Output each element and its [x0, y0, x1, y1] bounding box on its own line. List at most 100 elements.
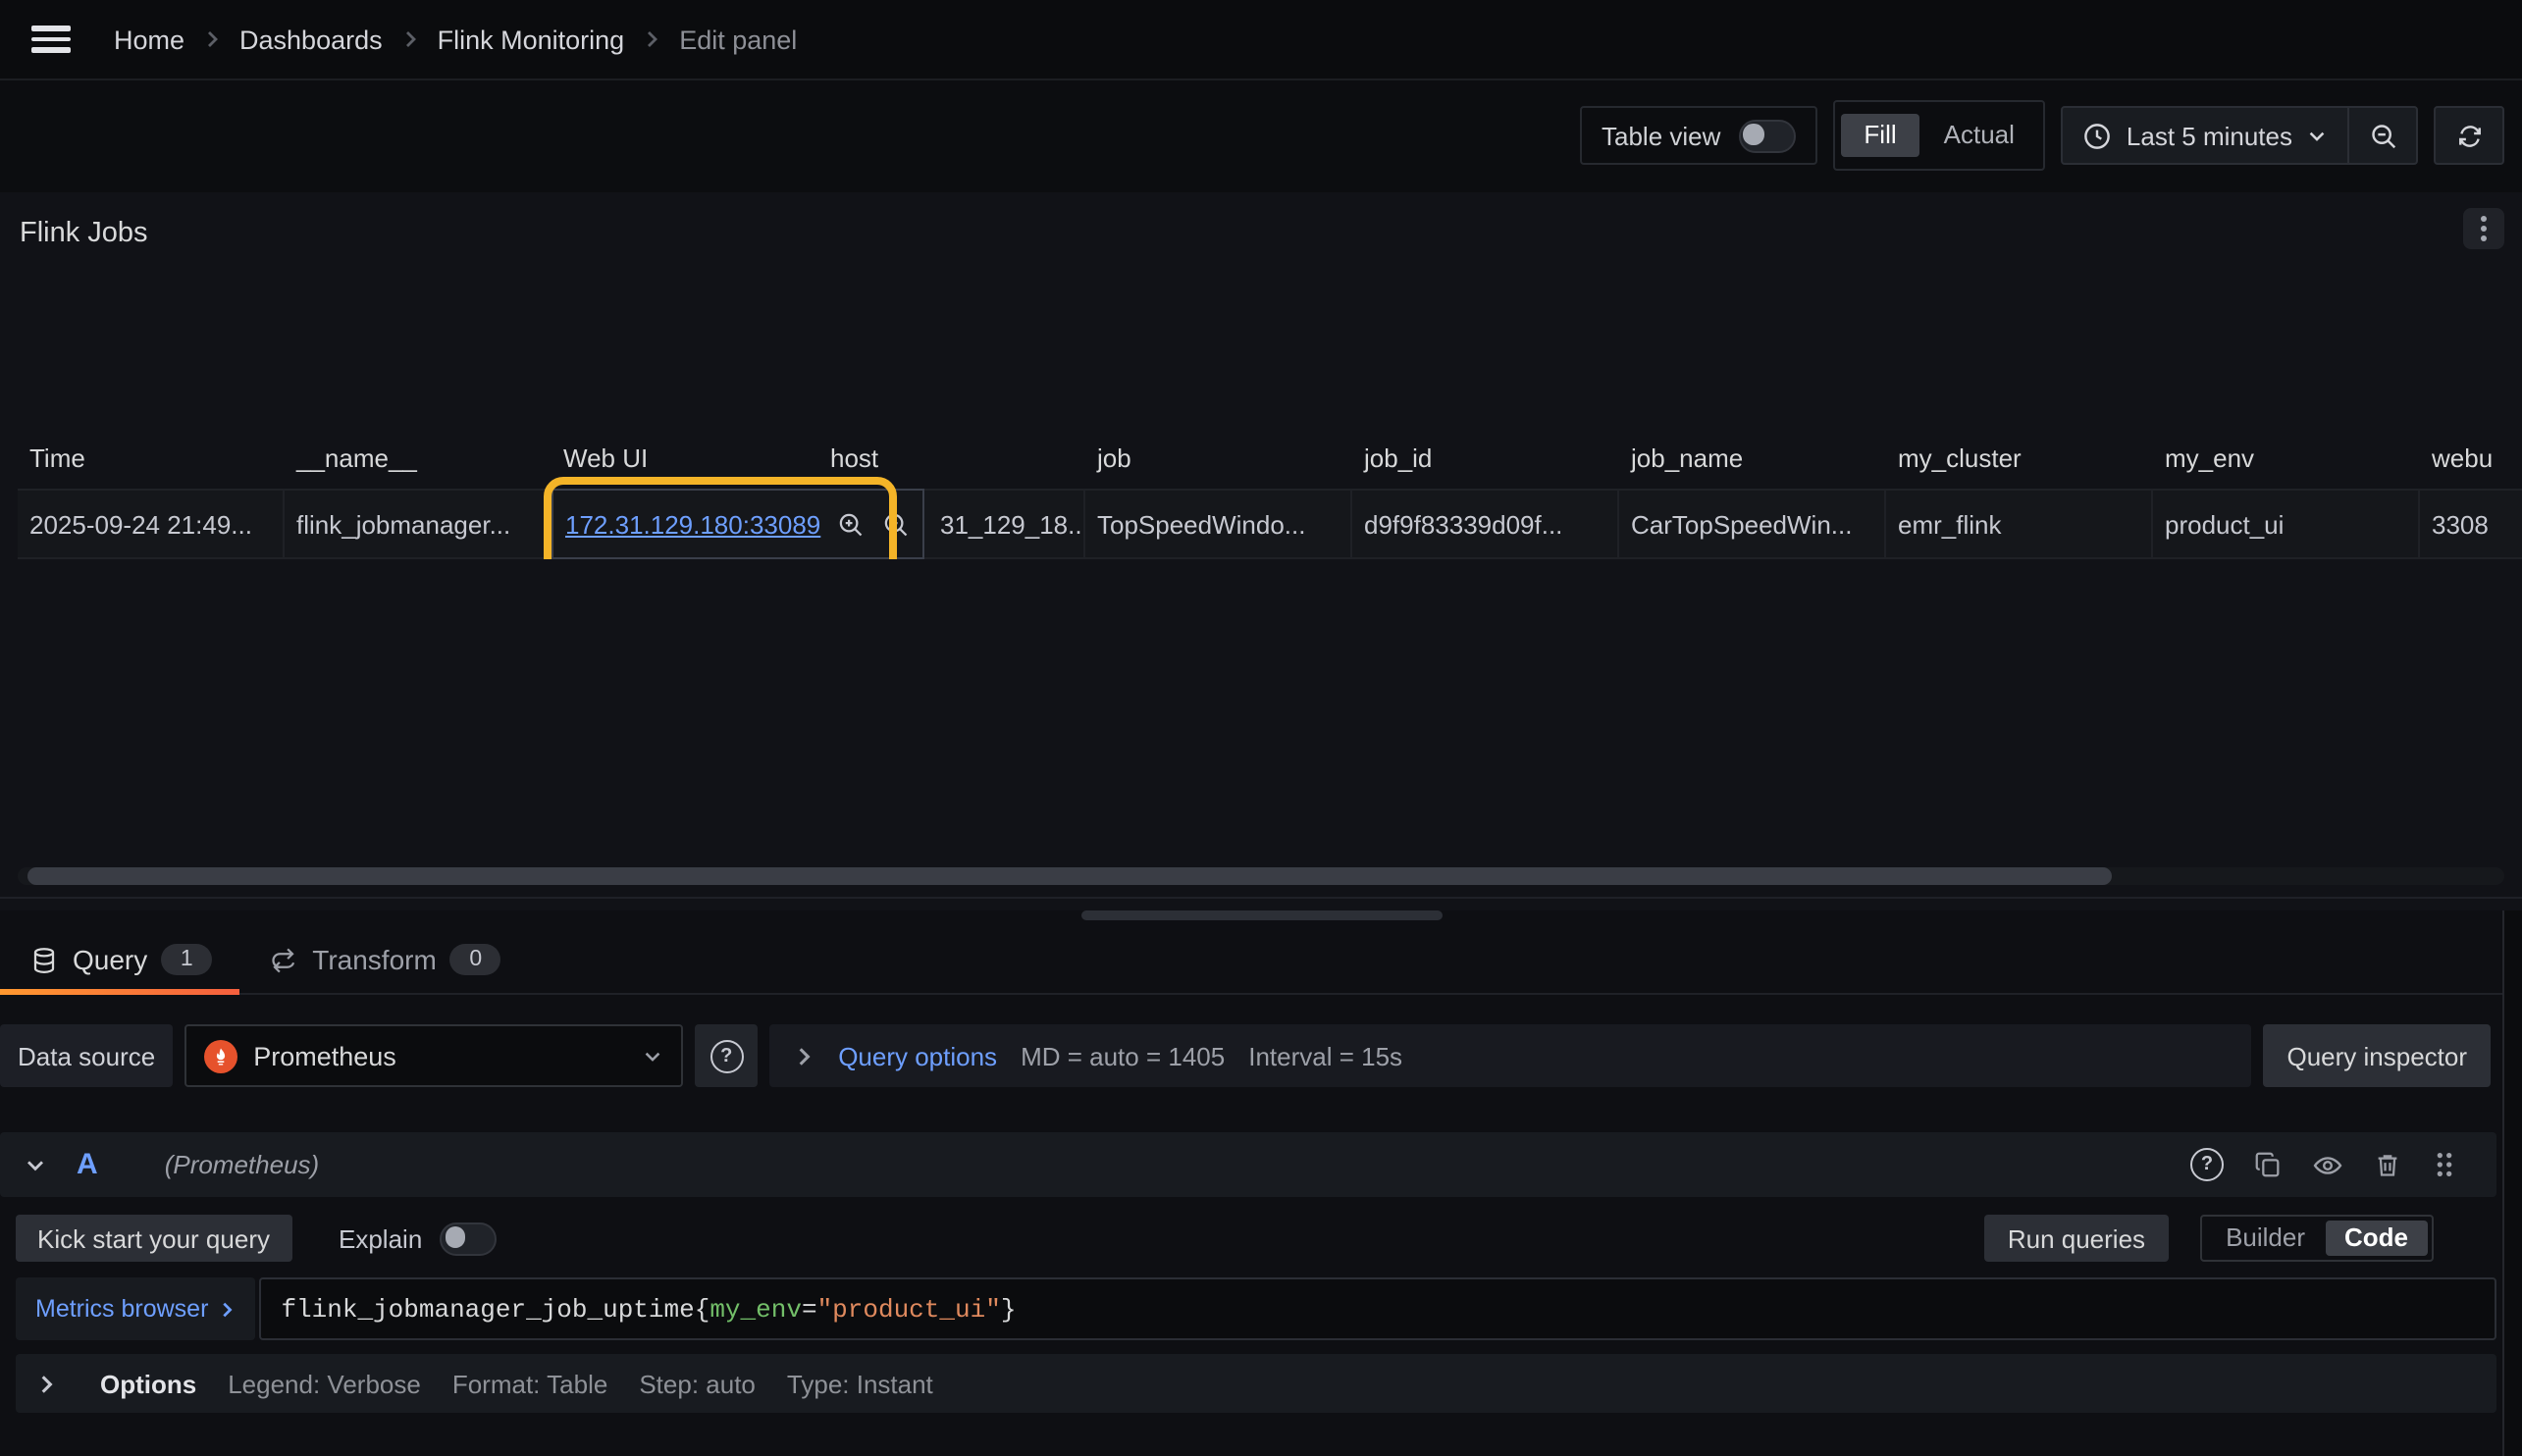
time-range-picker[interactable]: Last 5 minutes: [2064, 121, 2347, 150]
query-actions: ?: [2190, 1148, 2457, 1181]
format-stat: Format: Table: [452, 1369, 608, 1398]
column-header[interactable]: job_name: [1619, 443, 1886, 489]
magnifier-plus-icon[interactable]: [836, 509, 866, 539]
top-nav: Home Dashboards Flink Monitoring Edit pa…: [0, 0, 2522, 80]
column-header[interactable]: Web UI: [552, 443, 818, 489]
column-header[interactable]: webu: [2420, 443, 2522, 489]
transform-count-badge: 0: [450, 944, 501, 975]
step-stat: Step: auto: [639, 1369, 756, 1398]
interval-stat: Interval = 15s: [1248, 1041, 1402, 1070]
table-view-control: Table view: [1580, 106, 1816, 165]
chevron-right-icon: [218, 1300, 236, 1318]
column-header[interactable]: __name__: [285, 443, 552, 489]
column-header[interactable]: job: [1085, 443, 1352, 489]
cell-my-cluster: emr_flink: [1886, 491, 2153, 557]
explain-toggle[interactable]: [440, 1222, 497, 1255]
table-row: 2025-09-24 21:49... flink_jobmanager... …: [18, 489, 2522, 559]
chevron-down-icon[interactable]: [24, 1153, 47, 1176]
query-a-header: A (Prometheus) ?: [0, 1132, 2496, 1197]
promql-input[interactable]: flink_jobmanager_job_uptime{my_env="prod…: [259, 1277, 2496, 1340]
query-inspector-button[interactable]: Query inspector: [2263, 1024, 2491, 1087]
query-help-icon[interactable]: ?: [2190, 1148, 2224, 1181]
panel-menu-icon[interactable]: [2463, 208, 2504, 249]
code-option[interactable]: Code: [2325, 1221, 2428, 1256]
cell-job: TopSpeedWindo...: [1085, 491, 1352, 557]
query-count-badge: 1: [161, 944, 212, 975]
magnifier-minus-icon[interactable]: [881, 509, 911, 539]
menu-icon[interactable]: [31, 26, 71, 53]
zoom-out-time-button[interactable]: [2349, 108, 2416, 163]
breadcrumb: Home Dashboards Flink Monitoring Edit pa…: [114, 25, 797, 54]
cell-webui-port: 3308: [2420, 491, 2522, 557]
options-label: Options: [100, 1369, 196, 1398]
prometheus-logo-icon: [204, 1039, 237, 1072]
pane-resize-handle[interactable]: [1080, 910, 1442, 920]
column-header[interactable]: my_env: [2153, 443, 2420, 489]
tab-transform-label: Transform: [312, 944, 437, 975]
clock-icon: [2083, 121, 2113, 150]
table-view-label: Table view: [1602, 121, 1720, 150]
column-header[interactable]: Time: [18, 443, 285, 489]
metrics-browser-label: Metrics browser: [35, 1295, 208, 1323]
breadcrumb-dashboards[interactable]: Dashboards: [239, 25, 383, 54]
chevron-right-icon: [642, 29, 661, 49]
breadcrumb-edit-panel: Edit panel: [679, 25, 797, 54]
legend-stat: Legend: Verbose: [228, 1369, 421, 1398]
transform-icon: [269, 945, 298, 974]
datasource-help-button[interactable]: ?: [695, 1024, 758, 1087]
actual-option[interactable]: Actual: [1920, 114, 2038, 157]
pane-scrollbar-gutter[interactable]: [2502, 910, 2522, 1456]
column-header[interactable]: my_cluster: [1886, 443, 2153, 489]
flink-jobs-panel: Flink Jobs Time __name__ Web UI host job…: [0, 192, 2522, 899]
magnifier-minus-icon: [2368, 121, 2397, 150]
run-queries-button[interactable]: Run queries: [1984, 1215, 2169, 1262]
max-data-points-stat: MD = auto = 1405: [1021, 1041, 1225, 1070]
eye-icon[interactable]: [2312, 1149, 2343, 1180]
table-view-toggle[interactable]: [1738, 119, 1795, 152]
chevron-right-icon: [202, 29, 222, 49]
tab-query[interactable]: Query 1: [0, 944, 239, 993]
type-stat: Type: Instant: [787, 1369, 933, 1398]
datasource-selected: Prometheus: [253, 1041, 626, 1070]
flink-ui-link[interactable]: 172.31.129.180:33089: [565, 509, 820, 539]
tab-transform[interactable]: Transform 0: [239, 944, 529, 993]
datasource-label: Data source: [0, 1024, 173, 1087]
horizontal-scrollbar: [18, 867, 2504, 885]
query-editor-pane: Query 1 Transform 0 Data source Pro: [0, 910, 2522, 1456]
fill-actual-switch: Fill Actual: [1832, 100, 2046, 171]
metrics-browser-button[interactable]: Metrics browser: [16, 1277, 255, 1340]
active-tab-underline: [0, 989, 239, 995]
datasource-picker[interactable]: Prometheus: [184, 1024, 683, 1087]
webui-cell-hover-overlay: 172.31.129.180:33089: [552, 489, 924, 559]
refresh-button[interactable]: [2434, 106, 2504, 165]
fill-option[interactable]: Fill: [1840, 114, 1919, 157]
horizontal-scrollbar-thumb[interactable]: [27, 867, 2112, 885]
chevron-right-icon: [400, 29, 420, 49]
column-header[interactable]: host: [818, 443, 1085, 489]
cell-job-name: CarTopSpeedWin...: [1619, 491, 1886, 557]
trash-icon[interactable]: [2373, 1150, 2402, 1179]
refresh-icon: [2454, 121, 2484, 150]
breadcrumb-home[interactable]: Home: [114, 25, 184, 54]
query-ref-id[interactable]: A: [77, 1148, 98, 1181]
kick-start-button[interactable]: Kick start your query: [16, 1215, 291, 1262]
query-options-row[interactable]: Options Legend: Verbose Format: Table St…: [16, 1354, 2496, 1413]
chevron-down-icon: [642, 1045, 663, 1066]
query-options-bar[interactable]: Query options MD = auto = 1405 Interval …: [769, 1024, 2251, 1087]
builder-option[interactable]: Builder: [2206, 1221, 2325, 1256]
cell-name: flink_jobmanager...: [285, 491, 552, 557]
table-panel: Time __name__ Web UI host job job_id job…: [18, 443, 2522, 559]
chevron-right-icon: [793, 1045, 814, 1066]
column-header[interactable]: job_id: [1352, 443, 1619, 489]
query-options-label: Query options: [838, 1041, 997, 1070]
duplicate-icon[interactable]: [2253, 1150, 2283, 1179]
drag-handle-icon[interactable]: [2432, 1150, 2457, 1179]
cell-time: 2025-09-24 21:49...: [18, 491, 285, 557]
breadcrumb-dashboard-name[interactable]: Flink Monitoring: [438, 25, 625, 54]
cell-my-env: product_ui: [2153, 491, 2420, 557]
promql-expression: flink_jobmanager_job_uptime{my_env="prod…: [281, 1294, 1016, 1324]
grafana-edit-panel: Home Dashboards Flink Monitoring Edit pa…: [0, 0, 2522, 1427]
chevron-down-icon: [2306, 125, 2328, 146]
database-icon: [29, 945, 59, 974]
help-icon: ?: [2190, 1148, 2224, 1181]
